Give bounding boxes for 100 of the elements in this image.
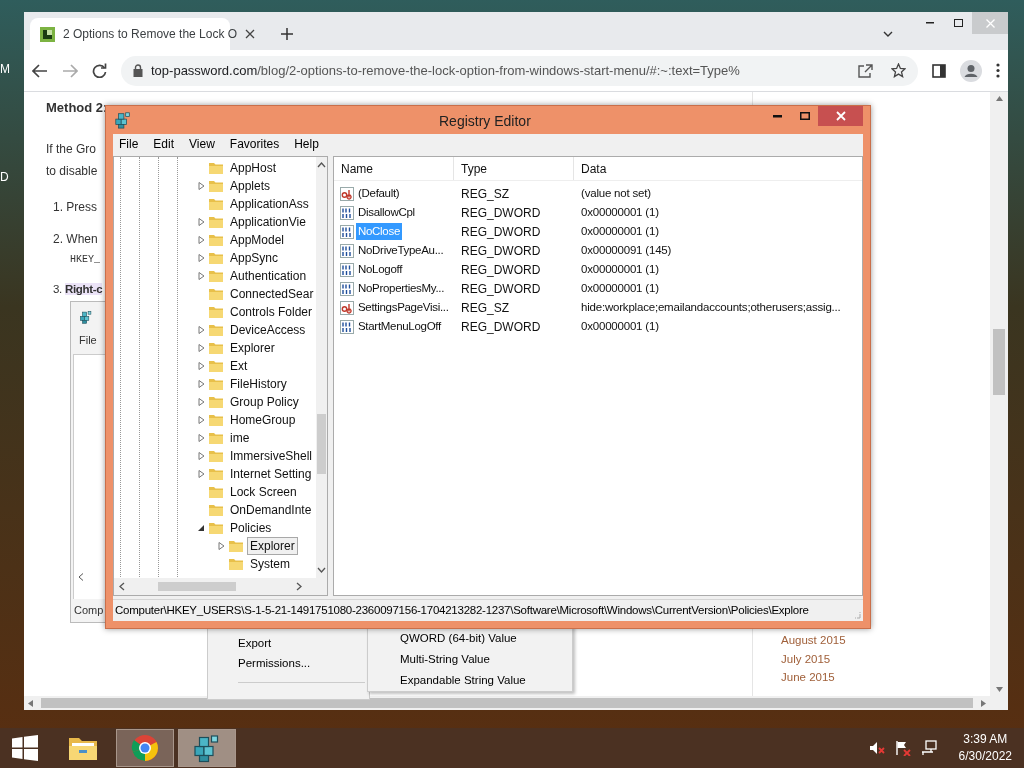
tree-item[interactable]: Group Policy	[227, 393, 302, 411]
clock-time[interactable]: 3:39 AM	[963, 731, 1008, 748]
scroll-down-icon[interactable]	[995, 687, 1003, 692]
tab-search-chevron-icon[interactable]	[883, 31, 893, 37]
collapsed-arrow-icon[interactable]	[197, 362, 205, 370]
tree-item[interactable]: Ext	[227, 357, 251, 375]
scroll-up-icon[interactable]	[317, 162, 327, 168]
side-panel-icon[interactable]	[932, 63, 946, 78]
tree-item[interactable]: FileHistory	[227, 375, 290, 393]
collapsed-arrow-icon[interactable]	[197, 416, 205, 424]
value-name[interactable]: NoLogoff	[356, 260, 405, 279]
menu-item[interactable]: Export	[238, 635, 272, 653]
tree-item[interactable]: Internet Setting	[227, 465, 315, 483]
tree-item[interactable]: Explorer	[247, 537, 298, 555]
tree-item[interactable]: OnDemandInte	[227, 501, 315, 519]
close-tab-icon[interactable]	[245, 29, 256, 39]
address-bar[interactable]: top-password.com/blog/2-options-to-remove-the-lock-option-from-windows-start-menu/#:~:text=Type%	[121, 55, 918, 86]
tree-item[interactable]: ImmersiveShell	[227, 447, 316, 465]
collapsed-arrow-icon[interactable]	[197, 182, 205, 190]
tree-item[interactable]: AppHost	[227, 159, 280, 177]
step-text: 3. Right-c	[53, 281, 103, 297]
horizontal-scrollbar[interactable]	[24, 696, 990, 710]
scrollbar-thumb[interactable]	[993, 329, 1005, 395]
muted-speaker-icon[interactable]	[868, 741, 885, 755]
collapsed-arrow-icon[interactable]	[197, 254, 205, 262]
reload-icon[interactable]	[92, 63, 107, 78]
value-name[interactable]: NoDriveTypeAu...	[356, 241, 446, 260]
tree-item[interactable]: Applets	[227, 177, 274, 195]
collapsed-arrow-icon[interactable]	[197, 344, 205, 352]
scroll-left-icon[interactable]	[28, 699, 33, 707]
collapsed-arrow-icon[interactable]	[197, 272, 205, 280]
value-name[interactable]: StartMenuLogOff	[356, 317, 443, 336]
collapsed-arrow-icon[interactable]	[197, 452, 205, 460]
tree-item[interactable]: HomeGroup	[227, 411, 299, 429]
menu-bar-item[interactable]: View	[189, 135, 215, 153]
tree-item[interactable]: DeviceAccess	[227, 321, 309, 339]
tree-item[interactable]: ime	[227, 429, 253, 447]
collapsed-arrow-icon[interactable]	[197, 470, 205, 478]
tree-item[interactable]: ApplicationAss	[227, 195, 312, 213]
collapsed-arrow-icon[interactable]	[197, 326, 205, 334]
collapsed-arrow-icon[interactable]	[197, 236, 205, 244]
value-name[interactable]: NoPropertiesMy...	[356, 279, 447, 298]
back-icon[interactable]	[32, 63, 48, 78]
new-tab-icon[interactable]	[281, 28, 293, 40]
tree-item[interactable]: AppSync	[227, 249, 282, 267]
column-header[interactable]: Data	[574, 157, 862, 180]
tree-item[interactable]: Authentication	[227, 267, 310, 285]
archive-link[interactable]: June 2015	[781, 668, 835, 686]
forward-icon[interactable]	[62, 63, 78, 78]
menu-item[interactable]: Expandable String Value	[400, 673, 526, 687]
menu-item[interactable]: QWORD (64-bit) Value	[400, 631, 517, 645]
collapsed-arrow-icon[interactable]	[197, 218, 205, 226]
scroll-up-icon[interactable]	[995, 96, 1003, 101]
collapsed-arrow-icon[interactable]	[197, 434, 205, 442]
scrollbar-thumb[interactable]	[41, 698, 973, 708]
tree-item[interactable]: Lock Screen	[227, 483, 300, 501]
value-name[interactable]: SettingsPageVisi...	[356, 298, 451, 317]
collapsed-arrow-icon[interactable]	[217, 542, 225, 550]
desktop-icon-label[interactable]: M	[0, 60, 10, 78]
archive-link[interactable]: August 2015	[781, 632, 846, 650]
menu-bar-item[interactable]: Help	[294, 135, 319, 153]
tree-item[interactable]: Policies	[227, 519, 275, 537]
tree-item[interactable]: Controls Folder	[227, 303, 316, 321]
scrollbar-thumb[interactable]	[158, 582, 236, 591]
star-icon[interactable]	[891, 63, 906, 78]
tree-item[interactable]: System	[247, 555, 293, 573]
scroll-down-icon[interactable]	[317, 567, 327, 573]
tree-item[interactable]: ApplicationVie	[227, 213, 309, 231]
network-icon[interactable]	[920, 740, 937, 756]
flag-alert-icon[interactable]	[894, 740, 911, 756]
scroll-right-icon[interactable]	[296, 582, 302, 591]
tree-item[interactable]: Explorer	[227, 339, 278, 357]
expanded-arrow-icon[interactable]	[197, 524, 205, 532]
archive-link[interactable]: July 2015	[781, 650, 831, 668]
menu-item[interactable]: Permissions...	[238, 655, 311, 673]
value-name[interactable]: (Default)	[356, 184, 402, 203]
folder-icon	[208, 431, 224, 445]
scroll-left-icon[interactable]	[119, 582, 125, 591]
close-button[interactable]	[818, 106, 863, 126]
clock-date[interactable]: 6/30/2022	[958, 748, 1012, 765]
scrollbar-thumb[interactable]	[317, 414, 327, 474]
menu-bar-item[interactable]: File	[119, 135, 139, 153]
scroll-right-icon[interactable]	[981, 699, 986, 707]
share-icon[interactable]	[858, 63, 873, 78]
menu-bar-item[interactable]: Favorites	[229, 135, 280, 153]
desktop-icon-label[interactable]: D	[0, 168, 9, 186]
tree-item[interactable]: ConnectedSear	[227, 285, 317, 303]
column-header[interactable]: Type	[454, 157, 574, 180]
collapsed-arrow-icon[interactable]	[197, 398, 205, 406]
vertical-scrollbar[interactable]	[990, 92, 1008, 710]
tree-horizontal-scrollbar[interactable]	[114, 578, 327, 595]
tree-vertical-scrollbar[interactable]	[316, 157, 327, 578]
column-header[interactable]: Name	[334, 157, 454, 180]
profile-avatar-icon[interactable]	[960, 59, 982, 82]
menu-icon[interactable]	[996, 63, 1000, 78]
tree-item[interactable]: AppModel	[227, 231, 288, 249]
value-name[interactable]: DisallowCpl	[356, 203, 417, 222]
collapsed-arrow-icon[interactable]	[197, 380, 205, 388]
menu-item[interactable]: Multi-String Value	[400, 652, 490, 666]
menu-bar-item[interactable]: Edit	[153, 135, 175, 153]
